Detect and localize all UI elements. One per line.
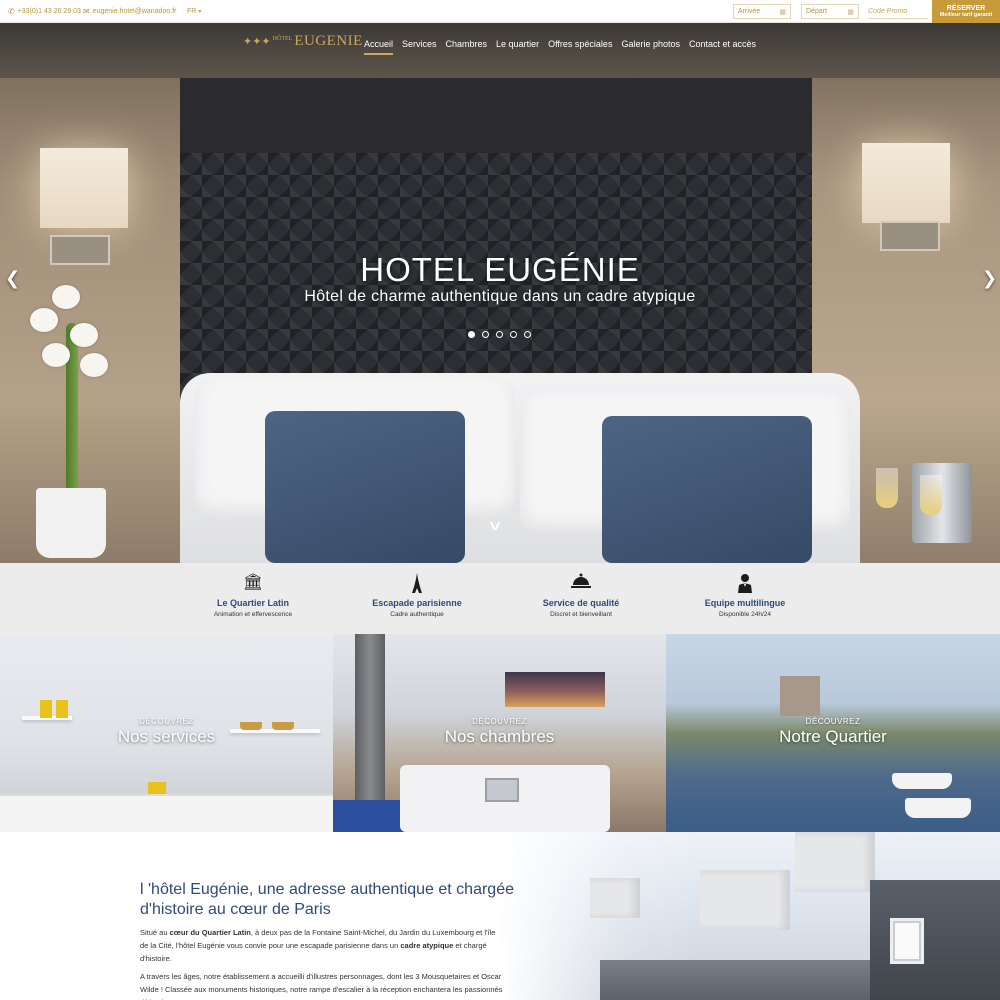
reserve-sublabel: Meilleur tarif garanti [939,12,993,19]
tile-kicker: DÉCOUVREZ [805,717,861,726]
feature-quartier-latin: 🏛 Le Quartier Latin Animation et efferve… [178,573,328,618]
about-text: Situé au cœur du Quartier Latin, à deux … [140,926,505,1000]
scroll-down-chevron-icon[interactable]: ∨ [487,517,503,534]
calendar-icon: ▦ [847,8,854,16]
language-selector[interactable]: FR ▾ [187,0,201,23]
monument-icon: 🏛 [242,574,264,591]
next-slide-arrow-icon[interactable]: ❯ [982,268,997,289]
concierge-icon [670,573,820,593]
main-navigation: ✦✦✦ HÔTEL EUGENIE Accueil Services Chamb… [0,23,1000,68]
tile-services[interactable]: DÉCOUVREZ Nos services [0,634,333,832]
reserve-label: RÉSERVER [946,4,986,12]
phone-link[interactable]: ✆ +33(0)1 43 26 29 03 [8,0,81,23]
feature-title: Le Quartier Latin [216,598,289,608]
logo-hotel-word: HÔTEL [272,35,293,42]
slider-dot[interactable] [468,331,475,338]
nav-menu: Accueil Services Chambres Le quartier Of… [364,39,756,55]
wall-lamp [40,148,128,228]
feature-title: Equipe multilingue [704,598,786,608]
tour-boat [905,798,971,818]
slider-dot[interactable] [482,331,489,338]
crown-logo-icon: ✦✦✦ [243,36,271,48]
departure-date-field[interactable]: Départ ▦ [801,4,859,19]
email-link[interactable]: ✉ eugenie.hotel@wanadoo.fr [83,0,176,23]
tour-boat [892,773,952,789]
eiffel-tower-icon [342,573,492,593]
arrival-placeholder: Arrivée [738,8,761,15]
laptop [485,778,519,802]
departure-placeholder: Départ [806,8,828,15]
slider-dot[interactable] [524,331,531,338]
slider-dots [468,331,531,338]
slider-dot[interactable] [496,331,503,338]
about-heading: l 'hôtel Eugénie, une adresse authentiqu… [140,881,514,918]
language-label: FR [187,8,197,15]
nav-item-quartier[interactable]: Le quartier [496,39,539,55]
phone-icon: ✆ [8,7,15,16]
nav-item-services[interactable]: Services [402,39,437,55]
nav-item-contact[interactable]: Contact et accès [689,39,756,55]
wall-lamp [862,143,950,223]
slider-dot[interactable] [510,331,517,338]
mail-icon: ✉ [83,7,90,16]
nav-item-chambres[interactable]: Chambres [446,39,488,55]
promo-code-input[interactable] [868,4,928,19]
hero-subtitle: Hôtel de charme authentique dans un cadr… [304,288,696,305]
feature-service: Service de qualité Discret et bienveilla… [506,573,656,618]
feature-subtitle: Animation et effervescence [213,611,293,618]
louvre-painting [505,672,605,707]
chevron-down-icon: ▾ [198,9,202,15]
feature-title: Escapade parisienne [372,598,462,608]
tile-title: Nos services [117,727,216,746]
logo-hotel-name: EUGENIE [294,33,363,49]
features-band: 🏛 Le Quartier Latin Animation et efferve… [0,563,1000,634]
feature-equipe: Equipe multilingue Disponible 24h/24 [670,573,820,618]
top-bar: ✆ +33(0)1 43 26 29 03 ✉ eugenie.hotel@wa… [0,0,1000,23]
feature-subtitle: Disponible 24h/24 [718,611,772,618]
nav-item-offres[interactable]: Offres spéciales [548,39,612,55]
cloche-icon [506,573,656,593]
feature-escapade: Escapade parisienne Cadre authentique [342,573,492,618]
arrival-date-field[interactable]: Arrivée ▦ [733,4,791,19]
prev-slide-arrow-icon[interactable]: ❮ [5,268,20,289]
dormer-window [890,918,924,964]
about-paragraph-1: Situé au cœur du Quartier Latin, à deux … [140,928,496,963]
nav-item-galerie[interactable]: Galerie photos [621,39,680,55]
feature-title: Service de qualité [542,598,620,608]
calendar-icon: ▦ [779,8,786,16]
plant-pot [36,488,106,558]
about-paragraph-2: A travers les âges, notre établissement … [140,972,503,1000]
feature-subtitle: Discret et bienveillant [550,611,612,618]
tile-title: Notre Quartier [779,727,887,746]
tile-kicker: DÉCOUVREZ [139,717,194,726]
email-address: eugenie.hotel@wanadoo.fr [92,8,177,15]
phone-number: +33(0)1 43 26 29 03 [17,8,81,15]
hero-slider: HOTEL EUGÉNIE Hôtel de charme authentiqu… [0,23,1000,563]
nav-item-accueil[interactable]: Accueil [364,39,394,55]
hero-title: HOTEL EUGÉNIE [360,251,640,288]
feature-subtitle: Cadre authentique [390,611,444,618]
hotel-logo[interactable]: ✦✦✦ HÔTEL EUGENIE [243,33,363,50]
reserve-button[interactable]: RÉSERVER Meilleur tarif garanti [932,0,1000,23]
